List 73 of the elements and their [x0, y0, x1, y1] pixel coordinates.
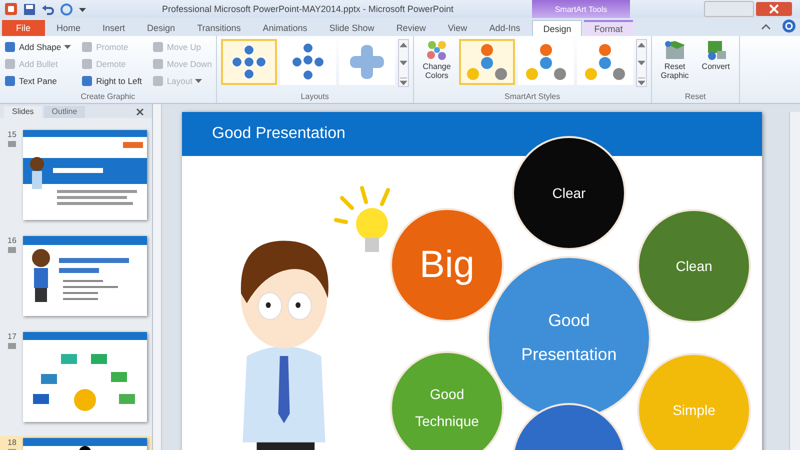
window-title: Professional Microsoft PowerPoint-MAY2014.pptx - Microsoft PowerPoint: [161, 4, 454, 14]
pane-tab[interactable]: Outline: [44, 106, 86, 118]
command-icon: [81, 58, 94, 70]
command-icon: [81, 40, 94, 52]
scroll-bar[interactable]: [153, 104, 162, 450]
pane-tab[interactable]: Slides: [4, 106, 42, 118]
ribbon-button[interactable]: Text Pane: [4, 73, 72, 88]
slide-thumbnail-row[interactable]: 18: [0, 436, 152, 450]
close-icon[interactable]: [136, 108, 144, 116]
slide-thumbnail[interactable]: [23, 332, 147, 422]
command-icon: [152, 58, 164, 70]
style-option[interactable]: [458, 39, 515, 85]
ribbon-tab[interactable]: Insert: [92, 20, 136, 36]
circle-label: Good Presentation: [520, 310, 618, 366]
style-option[interactable]: [576, 39, 633, 85]
ribbon-tab[interactable]: Review: [386, 20, 436, 36]
slide-title: Good Presentation: [182, 112, 762, 156]
scroll-bar[interactable]: [789, 112, 800, 450]
ribbon-button[interactable]: Reset Graphic: [656, 39, 694, 81]
help-icon[interactable]: [782, 19, 796, 33]
slide-thumbnail-row[interactable]: 17: [0, 330, 152, 424]
gallery-scroll-icon[interactable]: [636, 39, 647, 87]
slide-number: 17: [8, 332, 16, 341]
circle-label: Good Technique: [414, 385, 480, 431]
layout-option[interactable]: [280, 39, 336, 85]
slide-thumbnail-row[interactable]: 16: [0, 234, 152, 318]
ribbon-tab[interactable]: Add-Ins: [479, 20, 530, 36]
circle-label: Simple: [672, 400, 716, 420]
ribbon-tab[interactable]: Home: [46, 20, 91, 36]
slide-thumbnail-row[interactable]: 15: [0, 128, 152, 222]
command-icon: [81, 74, 94, 86]
circle-label: Clean: [674, 256, 714, 276]
caret-icon: [64, 43, 72, 50]
command-icon: [152, 40, 164, 52]
slide-thumbnail[interactable]: [23, 438, 147, 450]
ribbon-tab[interactable]: File: [2, 20, 45, 36]
ribbon-button[interactable]: Right to Left: [81, 73, 142, 88]
slide-thumbnail[interactable]: [23, 236, 147, 316]
ribbon-tab[interactable]: Design: [532, 20, 582, 36]
gallery-scroll-icon[interactable]: [398, 39, 409, 87]
change-colors-button[interactable]: Change Colors: [418, 39, 456, 81]
command-icon: [4, 58, 16, 70]
group-label: Layouts: [300, 92, 330, 103]
save-icon[interactable]: [23, 2, 36, 16]
ribbon-tab[interactable]: Design: [137, 20, 186, 36]
ribbon-tab[interactable]: Format: [584, 20, 633, 36]
command-icon: [4, 74, 16, 86]
group-label: Create Graphic: [80, 92, 136, 103]
ribbon-tab[interactable]: Transitions: [187, 20, 251, 36]
group-label: Reset: [684, 92, 707, 103]
slide-thumbnail[interactable]: [23, 130, 147, 220]
color-circles-icon: [426, 39, 448, 61]
app-logo-icon[interactable]: [4, 2, 18, 16]
contextual-tab-label: SmartArt Tools: [532, 0, 630, 18]
command-icon: [152, 74, 164, 86]
ribbon-button[interactable]: Convert: [696, 39, 735, 72]
ribbon-tab[interactable]: Slide Show: [319, 20, 384, 36]
graphic-icon: [662, 39, 687, 61]
close-icon[interactable]: [756, 2, 792, 16]
slide-number: 15: [8, 130, 16, 139]
circle-label: Big: [418, 246, 476, 284]
circle-label: Clear: [551, 184, 587, 203]
slide-number: 18: [8, 438, 16, 447]
caret-icon: [195, 77, 202, 84]
ribbon-tab[interactable]: View: [438, 20, 478, 36]
style-option[interactable]: [518, 39, 574, 85]
ribbon-tab[interactable]: Animations: [252, 20, 318, 36]
undo-icon[interactable]: [41, 2, 55, 16]
command-icon: [4, 40, 16, 52]
layout-option[interactable]: [220, 39, 277, 85]
slide-number: 16: [8, 236, 16, 245]
ribbon-button[interactable]: Add Shape: [4, 39, 72, 54]
group-label: SmartArt Styles: [504, 92, 562, 103]
